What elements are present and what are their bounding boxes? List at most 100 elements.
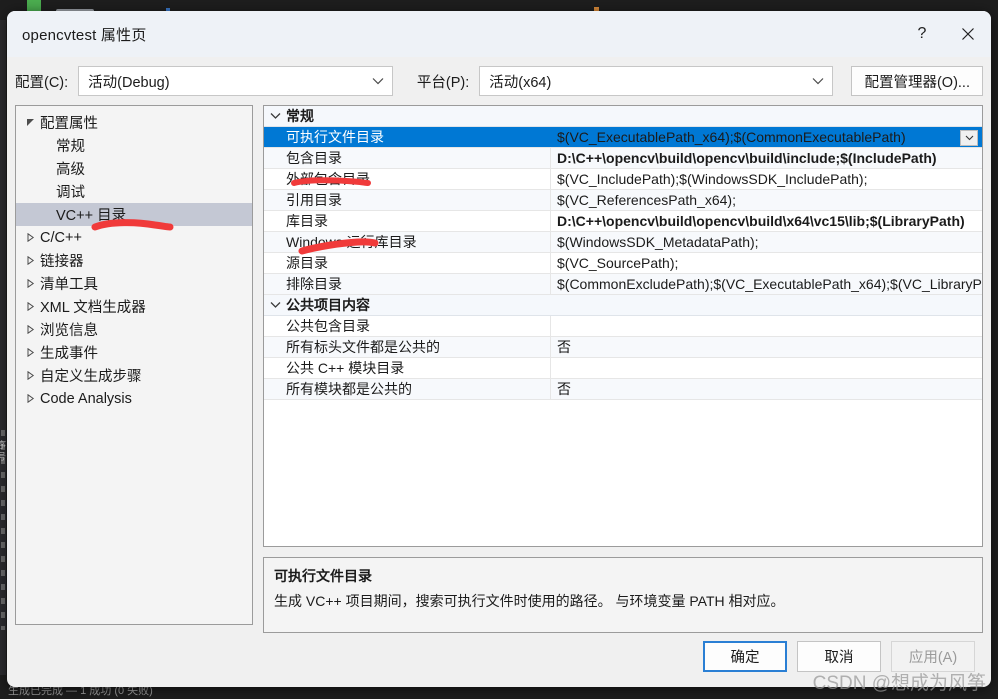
tree-item-label: XML 文档生成器 — [40, 300, 146, 316]
cancel-button[interactable]: 取消 — [797, 640, 881, 672]
grid-row-0-0[interactable]: 可执行文件目录 $(VC_ExecutablePath_x64);$(Common… — [264, 127, 982, 148]
triangle-right-icon[interactable] — [22, 325, 38, 334]
tree-item-label: 配置属性 — [40, 116, 98, 132]
grid-row-0-7[interactable]: 排除目录 $(CommonExcludePath);$(VC_Executable… — [264, 274, 982, 295]
grid-row-value-text: D:\C++\opencv\build\opencv\build\include… — [557, 150, 937, 166]
tree-item-8[interactable]: XML 文档生成器 — [16, 295, 252, 318]
dialog-body: 配置属性 常规 高级 调试 VC++ 目录 C/C++ 链接器 清单工具 XML 文档生成器 浏览… — [7, 105, 991, 633]
close-icon — [962, 28, 974, 40]
question-mark-icon: ? — [917, 25, 927, 42]
triangle-right-icon[interactable] — [22, 233, 38, 242]
ok-button[interactable]: 确定 — [703, 640, 787, 672]
grid-row-value[interactable]: 否 — [550, 379, 982, 399]
property-pages-dialog: opencvtest 属性页 ? 配置(C): 活动(Debug) 平台(P):… — [7, 11, 991, 687]
tree-item-label: 链接器 — [40, 254, 84, 270]
tree-item-label: 自定义生成步骤 — [40, 369, 142, 385]
grid-row-0-5[interactable]: Windows 运行库目录 $(WindowsSDK_MetadataPath); — [264, 232, 982, 253]
grid-row-0-3[interactable]: 引用目录 $(VC_ReferencesPath_x64); — [264, 190, 982, 211]
tree-item-6[interactable]: 链接器 — [16, 249, 252, 272]
grid-row-0-1[interactable]: 包含目录 D:\C++\opencv\build\opencv\build\inc… — [264, 148, 982, 169]
triangle-right-icon[interactable] — [22, 302, 38, 311]
triangle-right-icon[interactable] — [22, 256, 38, 265]
tree-item-5[interactable]: C/C++ — [16, 226, 252, 249]
tree-item-label: C/C++ — [40, 229, 82, 246]
grid-row-1-2[interactable]: 公共 C++ 模块目录 — [264, 358, 982, 379]
grid-row-value[interactable] — [550, 316, 982, 336]
configuration-combobox[interactable]: 活动(Debug) — [78, 66, 393, 96]
grid-row-value[interactable]: 否 — [550, 337, 982, 357]
chevron-down-icon[interactable] — [264, 301, 286, 309]
grid-row-name: 外部包含目录 — [286, 171, 370, 187]
tree-item-11[interactable]: 自定义生成步骤 — [16, 364, 252, 387]
grid-row-name: 可执行文件目录 — [286, 129, 384, 145]
tree-item-7[interactable]: 清单工具 — [16, 272, 252, 295]
grid-row-value[interactable]: D:\C++\opencv\build\opencv\build\include… — [550, 148, 982, 168]
triangle-right-icon[interactable] — [22, 348, 38, 357]
triangle-right-icon[interactable] — [22, 371, 38, 380]
tree-item-10[interactable]: 生成事件 — [16, 341, 252, 364]
tree-item-0[interactable]: 配置属性 — [16, 111, 252, 134]
grid-value-dropdown-button[interactable] — [960, 130, 978, 146]
triangle-down-icon[interactable] — [22, 118, 38, 127]
tree-item-3[interactable]: 调试 — [16, 180, 252, 203]
grid-row-name: 公共包含目录 — [286, 318, 370, 334]
grid-row-value[interactable]: D:\C++\opencv\build\opencv\build\x64\vc1… — [550, 211, 982, 231]
grid-row-value[interactable]: $(VC_ExecutablePath_x64);$(CommonExecuta… — [550, 127, 982, 147]
close-button[interactable] — [945, 11, 991, 57]
description-title: 可执行文件目录 — [274, 568, 372, 584]
configuration-label: 配置(C): — [15, 74, 69, 91]
tree-item-label: 清单工具 — [40, 277, 98, 293]
tree-item-label: 常规 — [56, 139, 85, 155]
grid-row-value-text: $(VC_SourcePath); — [557, 255, 679, 271]
grid-category-label: 公共项目内容 — [286, 297, 370, 313]
help-button[interactable]: ? — [899, 11, 945, 57]
vs-left-gutter-label: 序 号 — [0, 440, 6, 461]
configuration-toolbar: 配置(C): 活动(Debug) 平台(P): 活动(x64) 配置管理器(O)… — [7, 57, 991, 105]
tree-item-4[interactable]: VC++ 目录 — [16, 203, 252, 226]
tree-item-9[interactable]: 浏览信息 — [16, 318, 252, 341]
grid-row-name: 所有模块都是公共的 — [286, 381, 412, 397]
triangle-right-icon[interactable] — [22, 279, 38, 288]
chevron-down-icon — [965, 135, 973, 141]
chevron-down-icon[interactable] — [264, 112, 286, 120]
grid-row-1-3[interactable]: 所有模块都是公共的 否 — [264, 379, 982, 400]
tree-item-2[interactable]: 高级 — [16, 157, 252, 180]
grid-row-1-0[interactable]: 公共包含目录 — [264, 316, 982, 337]
chevron-down-icon — [813, 78, 824, 85]
grid-row-value[interactable]: $(WindowsSDK_MetadataPath); — [550, 232, 982, 252]
grid-row-name: 库目录 — [286, 213, 328, 229]
tree-item-1[interactable]: 常规 — [16, 134, 252, 157]
apply-button: 应用(A) — [891, 640, 975, 672]
tree-item-label: 生成事件 — [40, 346, 98, 362]
dialog-title: opencvtest 属性页 — [22, 26, 147, 44]
grid-row-name: 引用目录 — [286, 192, 342, 208]
tree-item-12[interactable]: Code Analysis — [16, 387, 252, 410]
grid-row-value-text: $(CommonExcludePath);$(VC_ExecutablePath… — [557, 276, 982, 292]
grid-category-1[interactable]: 公共项目内容 — [264, 295, 982, 316]
grid-row-value[interactable]: $(VC_SourcePath); — [550, 253, 982, 273]
grid-row-value-text: $(VC_IncludePath);$(WindowsSDK_IncludePa… — [557, 171, 868, 187]
platform-combobox[interactable]: 活动(x64) — [479, 66, 834, 96]
triangle-right-icon[interactable] — [22, 394, 38, 403]
grid-row-value[interactable] — [550, 358, 982, 378]
grid-row-value[interactable]: $(VC_ReferencesPath_x64); — [550, 190, 982, 210]
grid-row-name: 排除目录 — [286, 276, 342, 292]
tree-item-label: 调试 — [56, 185, 85, 201]
grid-category-0[interactable]: 常规 — [264, 106, 982, 127]
grid-row-1-1[interactable]: 所有标头文件都是公共的 否 — [264, 337, 982, 358]
grid-row-value-text: D:\C++\opencv\build\opencv\build\x64\vc1… — [557, 213, 965, 229]
caption-buttons: ? — [899, 11, 991, 57]
property-grid[interactable]: 常规可执行文件目录 $(VC_ExecutablePath_x64);$(Comm… — [263, 105, 983, 547]
property-right-panel: 常规可执行文件目录 $(VC_ExecutablePath_x64);$(Comm… — [263, 105, 983, 633]
property-tree[interactable]: 配置属性常规高级调试 VC++ 目录 C/C++ 链接器清单工具 XML 文档生成器浏览… — [15, 105, 253, 625]
grid-row-value-text: 否 — [557, 381, 571, 397]
grid-row-0-4[interactable]: 库目录 D:\C++\opencv\build\opencv\build\x64\… — [264, 211, 982, 232]
grid-row-0-2[interactable]: 外部包含目录 $(VC_IncludePath);$(WindowsSDK_Inc… — [264, 169, 982, 190]
tree-item-label: VC++ 目录 — [56, 208, 127, 224]
configuration-manager-button[interactable]: 配置管理器(O)... — [851, 66, 983, 96]
dialog-footer: 确定 取消 应用(A) — [7, 625, 991, 687]
grid-row-value[interactable]: $(CommonExcludePath);$(VC_ExecutablePath… — [550, 274, 982, 294]
grid-row-value[interactable]: $(VC_IncludePath);$(WindowsSDK_IncludePa… — [550, 169, 982, 189]
grid-row-0-6[interactable]: 源目录 $(VC_SourcePath); — [264, 253, 982, 274]
grid-row-value-text: $(VC_ReferencesPath_x64); — [557, 192, 736, 208]
